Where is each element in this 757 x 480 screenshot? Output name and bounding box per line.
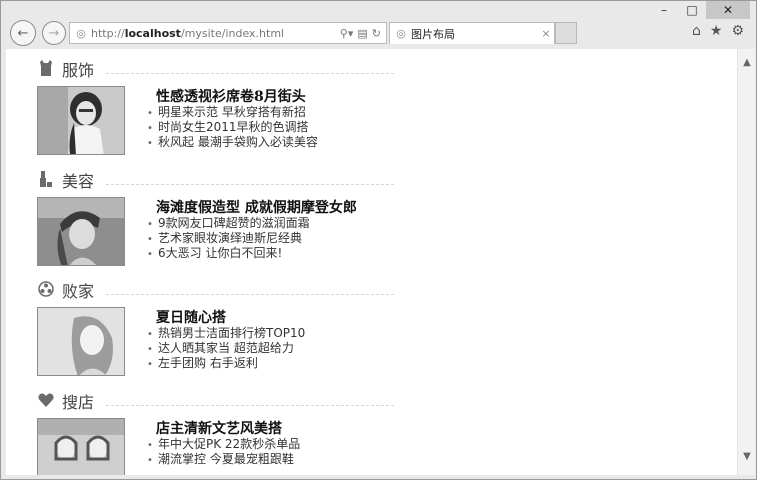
maximize-icon[interactable]: □: [678, 1, 706, 19]
vertical-scrollbar[interactable]: ▲ ▼: [737, 49, 755, 475]
scroll-up-icon[interactable]: ▲: [738, 53, 756, 71]
heart-icon: [37, 391, 55, 409]
article-headline[interactable]: 性感透视衫席卷8月街头: [156, 86, 306, 106]
section-header: 败家: [34, 278, 394, 301]
browser-tools: ⌂ ★ ⚙: [692, 23, 744, 39]
refresh-icon[interactable]: ↻: [372, 27, 381, 40]
close-icon[interactable]: ✕: [706, 1, 750, 19]
section-divider: [106, 294, 394, 295]
url-path: /mysite/index.html: [180, 26, 285, 40]
address-bar[interactable]: ◎ http://localhost/mysite/index.html ⚲▾ …: [69, 22, 387, 44]
list-item[interactable]: 潮流掌控 今夏最宠粗跟鞋: [147, 452, 300, 467]
section-beauty: 美容 海滩度假造型 成就假期摩登女郎 9款网友口碑超赞的滋润面霜 艺术家眼妆演绎…: [34, 168, 394, 280]
article-headline[interactable]: 海滩度假造型 成就假期摩登女郎: [156, 197, 357, 217]
article-thumbnail[interactable]: [37, 307, 125, 376]
list-item[interactable]: 达人晒其家当 超范超给力: [147, 341, 305, 356]
article-list: 9款网友口碑超赞的滋润面霜 艺术家眼妆演绎迪斯尼经典 6大恶习 让你白不回来!: [147, 216, 310, 261]
url-host: localhost: [124, 26, 181, 40]
article-thumbnail[interactable]: [37, 418, 125, 475]
cosmetics-icon: [37, 170, 55, 188]
article-list: 年中大促PK 22款秒杀单品 潮流掌控 今夏最宠粗跟鞋: [147, 437, 300, 467]
section-spending: 败家 夏日随心搭 热销男士洁面排行榜TOP10 达人晒其家当 超范超给力 左手团…: [34, 278, 394, 390]
address-url[interactable]: http://localhost/mysite/index.html: [91, 27, 340, 40]
clothing-icon: [37, 59, 55, 77]
list-item[interactable]: 9款网友口碑超赞的滋润面霜: [147, 216, 310, 231]
scroll-down-icon[interactable]: ▼: [738, 447, 756, 465]
section-header: 美容: [34, 168, 394, 191]
browser-window: – □ ✕ ← → ◎ http://localhost/mysite/inde…: [0, 0, 757, 480]
section-title: 服饰: [62, 61, 95, 80]
tab-title: 图片布局: [411, 27, 455, 41]
favorites-star-icon[interactable]: ★: [710, 23, 723, 39]
article-headline[interactable]: 店主清新文艺风美搭: [156, 418, 282, 438]
section-divider: [106, 73, 394, 74]
page-viewport: 服饰 性感透视衫席卷8月街头 明星来示范 早秋穿搭有新招 时尚女生2011早秋的…: [6, 49, 737, 475]
close-icon[interactable]: ×: [538, 27, 554, 40]
title-bar: – □ ✕ ← → ◎ http://localhost/mysite/inde…: [1, 1, 756, 49]
settings-gear-icon[interactable]: ⚙: [731, 23, 744, 39]
section-title: 搜店: [62, 393, 95, 412]
section-shops: 搜店 店主清新文艺风美搭 年中大促PK 22款秒杀单品 潮流掌控 今夏最宠粗跟鞋: [34, 389, 394, 475]
section-divider: [106, 405, 394, 406]
list-item[interactable]: 时尚女生2011早秋的色调搭: [147, 120, 318, 135]
ie-page-icon: ◎: [396, 27, 406, 40]
article-list: 明星来示范 早秋穿搭有新招 时尚女生2011早秋的色调搭 秋风起 最潮手袋购入必…: [147, 105, 318, 150]
list-item[interactable]: 6大恶习 让你白不回来!: [147, 246, 310, 261]
back-arrow-icon[interactable]: ←: [10, 20, 36, 46]
list-item[interactable]: 年中大促PK 22款秒杀单品: [147, 437, 300, 452]
minimize-icon[interactable]: –: [650, 1, 678, 19]
url-scheme: http://: [91, 26, 125, 40]
compat-view-icon[interactable]: ▤: [357, 27, 367, 40]
section-clothing: 服饰 性感透视衫席卷8月街头 明星来示范 早秋穿搭有新招 时尚女生2011早秋的…: [34, 57, 394, 169]
forward-arrow-icon[interactable]: →: [42, 21, 66, 45]
list-item[interactable]: 秋风起 最潮手袋购入必读美容: [147, 135, 318, 150]
address-tools: ⚲▾ ▤ ↻: [340, 27, 386, 40]
list-item[interactable]: 热销男士洁面排行榜TOP10: [147, 326, 305, 341]
shopping-reel-icon: [37, 280, 55, 298]
section-title: 美容: [62, 172, 95, 191]
list-item[interactable]: 左手团购 右手返利: [147, 356, 305, 371]
new-tab-button[interactable]: [555, 22, 577, 44]
section-divider: [106, 184, 394, 185]
section-title: 败家: [62, 282, 95, 301]
list-item[interactable]: 艺术家眼妆演绎迪斯尼经典: [147, 231, 310, 246]
section-header: 搜店: [34, 389, 394, 412]
section-header: 服饰: [34, 57, 394, 80]
article-list: 热销男士洁面排行榜TOP10 达人晒其家当 超范超给力 左手团购 右手返利: [147, 326, 305, 371]
ie-page-icon: ◎: [76, 26, 86, 40]
article-thumbnail[interactable]: [37, 86, 125, 155]
window-controls: – □ ✕: [650, 1, 750, 19]
tab-active[interactable]: ◎ 图片布局 ×: [389, 22, 555, 44]
list-item[interactable]: 明星来示范 早秋穿搭有新招: [147, 105, 318, 120]
article-headline[interactable]: 夏日随心搭: [156, 307, 226, 327]
search-icon[interactable]: ⚲▾: [340, 27, 354, 40]
home-icon[interactable]: ⌂: [692, 23, 701, 39]
article-thumbnail[interactable]: [37, 197, 125, 266]
